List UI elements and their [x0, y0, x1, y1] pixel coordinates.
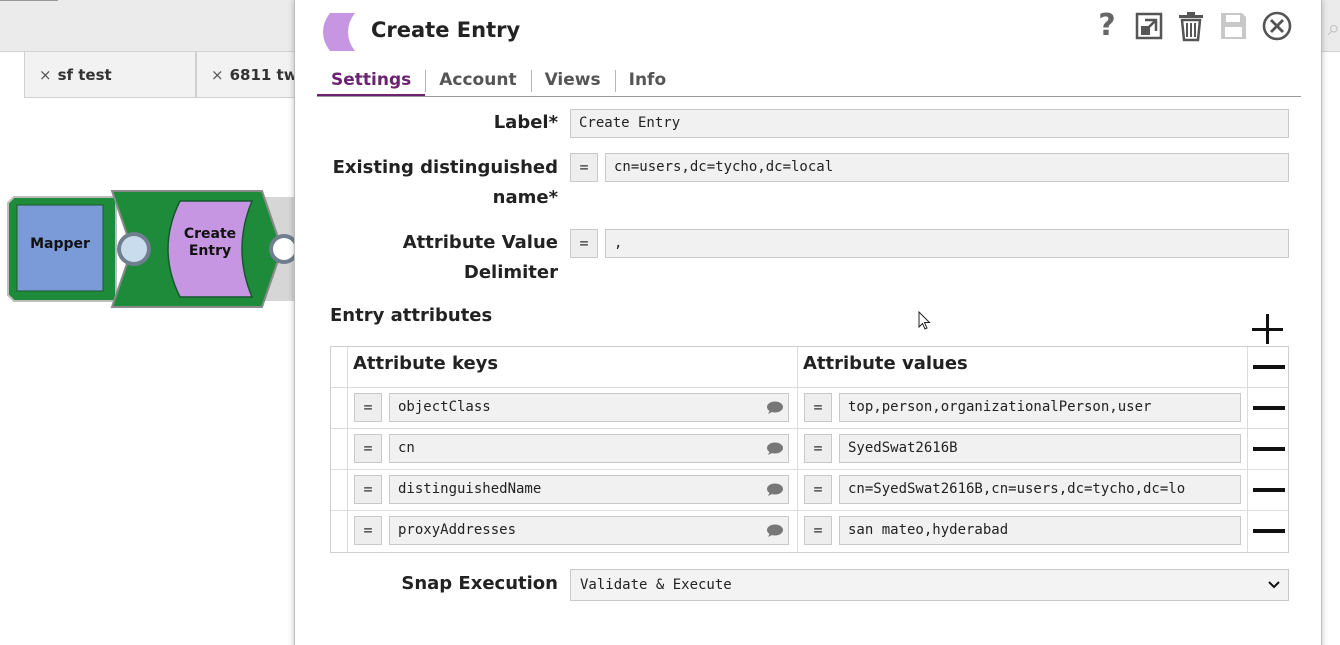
attribute-key-input[interactable]: distinguishedName [389, 475, 789, 504]
tab-views[interactable]: Views [530, 66, 615, 96]
attribute-key-input[interactable]: cn [389, 434, 789, 463]
label-input[interactable]: Create Entry [570, 109, 1289, 138]
comment-icon[interactable] [766, 483, 784, 497]
chevron-down-icon [1268, 581, 1280, 589]
value-expression-toggle[interactable]: = [804, 393, 832, 422]
table-divider [797, 347, 798, 552]
add-row-button[interactable] [1249, 310, 1285, 346]
key-expression-toggle[interactable]: = [354, 516, 382, 545]
pipeline-tab-6811[interactable]: × 6811 tw [196, 52, 306, 98]
table-divider [331, 387, 1288, 388]
entry-attributes-table: Attribute keys Attribute values = object… [330, 346, 1289, 553]
table-divider [331, 428, 1288, 429]
tab-label: sf test [57, 65, 112, 84]
tab-account[interactable]: Account [425, 66, 530, 96]
remove-row-button[interactable] [1253, 434, 1285, 464]
comment-icon[interactable] [766, 401, 784, 415]
label-field-label: Label* [493, 112, 558, 133]
delimiter-field-label-line1: Attribute Value [402, 232, 558, 253]
snap-execution-select[interactable]: Validate & Execute [570, 569, 1289, 601]
pipeline-tab-sf-test[interactable]: × sf test [24, 52, 196, 98]
dn-field-label-line2: name* [492, 187, 558, 208]
input-port[interactable] [121, 236, 147, 262]
help-icon[interactable]: ? [1095, 8, 1119, 44]
tab-info[interactable]: Info [614, 66, 681, 96]
remove-row-button[interactable] [1253, 393, 1285, 423]
value-expression-toggle[interactable]: = [804, 475, 832, 504]
tab-close-icon[interactable]: × [39, 66, 52, 84]
key-expression-toggle[interactable]: = [354, 475, 382, 504]
tab-label: 6811 tw [229, 65, 298, 84]
attribute-value-input[interactable]: san mateo,hyderabad [839, 516, 1241, 545]
save-icon[interactable] [1217, 10, 1249, 51]
search-icon[interactable]: ⌕ [1328, 16, 1340, 41]
expand-icon[interactable] [1133, 10, 1165, 51]
toolbar-divider [0, 0, 58, 1]
entry-attributes-heading: Entry attributes [330, 305, 493, 326]
mouse-pointer-icon [918, 311, 931, 330]
comment-icon[interactable] [766, 442, 784, 456]
delimiter-input[interactable]: , [605, 229, 1289, 258]
table-divider [1247, 347, 1248, 552]
dn-input[interactable]: cn=users,dc=tycho,dc=local [605, 153, 1289, 182]
close-circle-icon[interactable] [1259, 9, 1295, 52]
column-header-keys: Attribute keys [353, 353, 499, 374]
pipeline-canvas: Mapper Create Entry [0, 185, 300, 315]
attribute-value-input[interactable]: cn=SyedSwat2616B,cn=users,dc=tycho,dc=lo [839, 475, 1241, 504]
comment-icon[interactable] [766, 524, 784, 538]
delimiter-field-label-line2: Delimiter [463, 262, 558, 283]
tab-settings[interactable]: Settings [317, 66, 426, 96]
dialog-tabs: Settings Account Views Info [317, 66, 1301, 97]
dn-field-label-line1: Existing distinguished [332, 157, 558, 178]
table-divider [331, 469, 1288, 470]
output-port[interactable] [273, 238, 295, 260]
snap-settings-dialog: Create Entry ? Settings Account Views In… [294, 0, 1322, 645]
mapper-snap-label: Mapper [30, 236, 90, 252]
delimiter-expression-toggle[interactable]: = [570, 229, 598, 258]
column-header-values: Attribute values [803, 353, 968, 374]
trash-icon[interactable] [1175, 10, 1207, 51]
remove-row-button[interactable] [1253, 516, 1285, 546]
dn-expression-toggle[interactable]: = [570, 153, 598, 182]
create-entry-snap-icon [323, 13, 355, 51]
pipeline-tabs: × sf test × 6811 tw [0, 52, 306, 98]
snap-execution-label: Snap Execution [401, 573, 558, 594]
create-entry-snap-label: Create Entry [183, 226, 237, 259]
attribute-key-input[interactable]: objectClass [389, 393, 789, 422]
tab-close-icon[interactable]: × [211, 66, 224, 84]
dialog-title: Create Entry [371, 18, 521, 42]
key-expression-toggle[interactable]: = [354, 434, 382, 463]
value-expression-toggle[interactable]: = [804, 516, 832, 545]
key-expression-toggle[interactable]: = [354, 393, 382, 422]
snap-execution-value: Validate & Execute [580, 577, 732, 593]
table-divider [331, 510, 1288, 511]
remove-row-button[interactable] [1253, 352, 1285, 382]
remove-row-button[interactable] [1253, 475, 1285, 505]
attribute-key-input[interactable]: proxyAddresses [389, 516, 789, 545]
value-expression-toggle[interactable]: = [804, 434, 832, 463]
attribute-value-input[interactable]: SyedSwat2616B [839, 434, 1241, 463]
attribute-value-input[interactable]: top,person,organizationalPerson,user [839, 393, 1241, 422]
table-divider [347, 347, 348, 552]
